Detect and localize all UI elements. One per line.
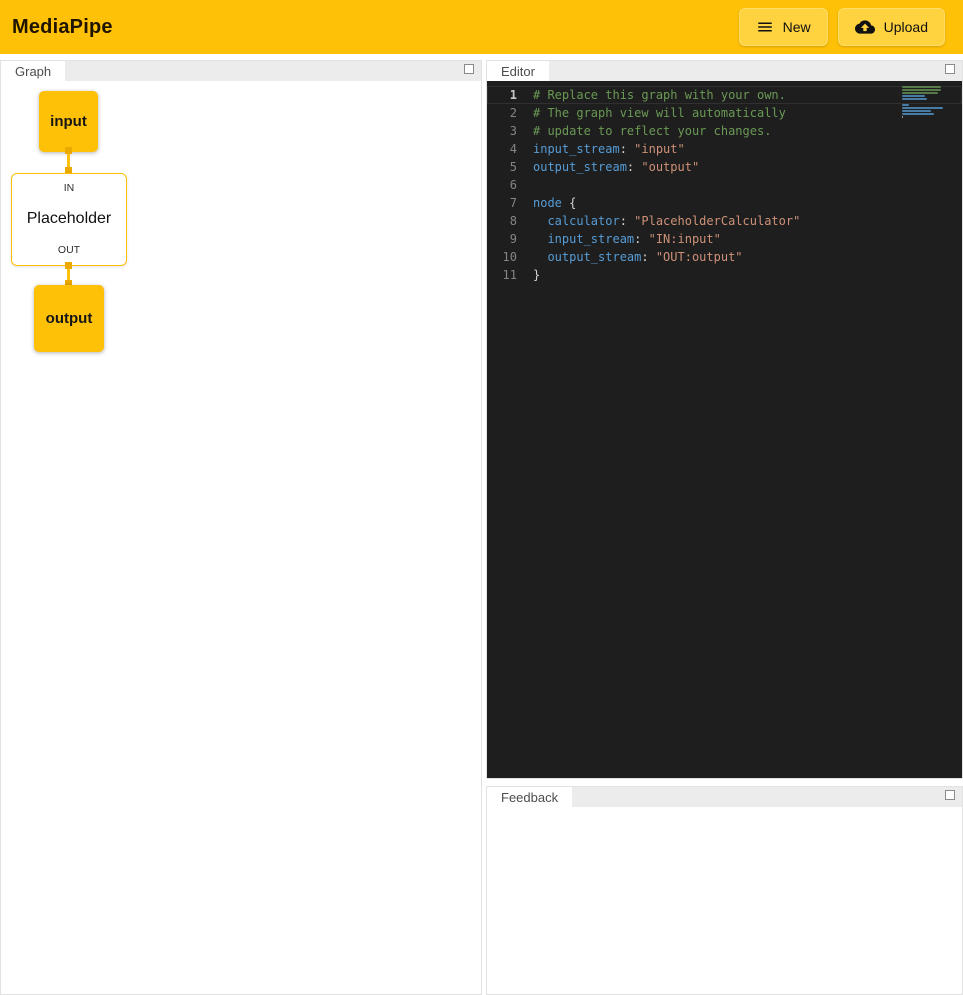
line-text: } xyxy=(533,266,540,284)
editor-tabstrip: Editor xyxy=(487,61,962,81)
line-text: input_stream: "input" xyxy=(533,140,685,158)
tab-graph[interactable]: Graph xyxy=(1,61,65,81)
tab-feedback[interactable]: Feedback xyxy=(487,787,572,807)
app-title: MediaPipe xyxy=(12,16,113,39)
line-text: # Replace this graph with your own. xyxy=(533,86,786,104)
tab-editor[interactable]: Editor xyxy=(487,61,549,81)
line-number: 7 xyxy=(487,194,533,212)
editor-minimap[interactable] xyxy=(902,86,946,118)
code-line[interactable]: 10 output_stream: "OUT:output" xyxy=(487,248,962,266)
new-button[interactable]: New xyxy=(739,8,828,46)
minimap-line xyxy=(902,116,903,118)
feedback-content xyxy=(487,807,962,994)
minimap-line xyxy=(902,95,925,97)
line-number: 2 xyxy=(487,104,533,122)
output-port-icon xyxy=(65,262,72,269)
maximize-icon[interactable] xyxy=(945,790,955,800)
line-number: 8 xyxy=(487,212,533,230)
menu-icon xyxy=(756,18,774,36)
maximize-icon[interactable] xyxy=(945,64,955,74)
graph-node-placeholder[interactable]: IN Placeholder OUT xyxy=(11,173,127,266)
in-port-label: IN xyxy=(64,182,75,194)
editor-code[interactable]: 1# Replace this graph with your own.2# T… xyxy=(487,81,962,778)
editor-panel: Editor 1# Replace this graph with your o… xyxy=(486,60,963,779)
cloud-upload-icon xyxy=(855,17,875,37)
out-port-label: OUT xyxy=(58,244,80,256)
code-line[interactable]: 2# The graph view will automatically xyxy=(487,104,962,122)
line-number: 10 xyxy=(487,248,533,266)
feedback-panel: Feedback xyxy=(486,786,963,995)
line-number: 3 xyxy=(487,122,533,140)
code-line[interactable]: 7node { xyxy=(487,194,962,212)
minimap-line xyxy=(902,110,931,112)
upload-button-label: Upload xyxy=(884,19,928,35)
minimap-line xyxy=(902,113,934,115)
graph-canvas[interactable]: input IN Placeholder OUT output xyxy=(1,81,481,994)
header-buttons: New Upload xyxy=(739,8,951,46)
code-line[interactable]: 6 xyxy=(487,176,962,194)
graph-tabstrip: Graph xyxy=(1,61,481,81)
line-number: 1 xyxy=(487,86,533,104)
line-text: calculator: "PlaceholderCalculator" xyxy=(533,212,800,230)
line-number: 11 xyxy=(487,266,533,284)
code-line[interactable]: 8 calculator: "PlaceholderCalculator" xyxy=(487,212,962,230)
code-line[interactable]: 3# update to reflect your changes. xyxy=(487,122,962,140)
app-header: MediaPipe New Upload xyxy=(0,0,963,54)
minimap-line xyxy=(902,107,943,109)
line-number: 6 xyxy=(487,176,533,194)
minimap-line xyxy=(902,98,927,100)
graph-node-output[interactable]: output xyxy=(34,285,104,352)
code-line[interactable]: 5output_stream: "output" xyxy=(487,158,962,176)
minimap-line xyxy=(902,86,941,88)
minimap-line xyxy=(902,89,941,91)
line-number: 9 xyxy=(487,230,533,248)
line-number: 4 xyxy=(487,140,533,158)
minimap-line xyxy=(902,92,938,94)
line-number: 5 xyxy=(487,158,533,176)
graph-node-input[interactable]: input xyxy=(39,91,98,152)
code-line[interactable]: 11} xyxy=(487,266,962,284)
code-line[interactable]: 9 input_stream: "IN:input" xyxy=(487,230,962,248)
line-text: node { xyxy=(533,194,576,212)
line-text: # update to reflect your changes. xyxy=(533,122,771,140)
line-text: # The graph view will automatically xyxy=(533,104,786,122)
minimap-line xyxy=(902,104,909,106)
output-port-icon xyxy=(65,147,72,154)
line-text: input_stream: "IN:input" xyxy=(533,230,721,248)
code-line[interactable]: 1# Replace this graph with your own. xyxy=(487,86,962,104)
graph-panel: Graph input IN Placeholder OUT output xyxy=(0,60,482,995)
line-text: output_stream: "OUT:output" xyxy=(533,248,743,266)
feedback-tabstrip: Feedback xyxy=(487,787,962,807)
line-text: output_stream: "output" xyxy=(533,158,699,176)
upload-button[interactable]: Upload xyxy=(838,8,945,46)
new-button-label: New xyxy=(783,19,811,35)
code-line[interactable]: 4input_stream: "input" xyxy=(487,140,962,158)
maximize-icon[interactable] xyxy=(464,64,474,74)
placeholder-node-title: Placeholder xyxy=(27,210,112,228)
